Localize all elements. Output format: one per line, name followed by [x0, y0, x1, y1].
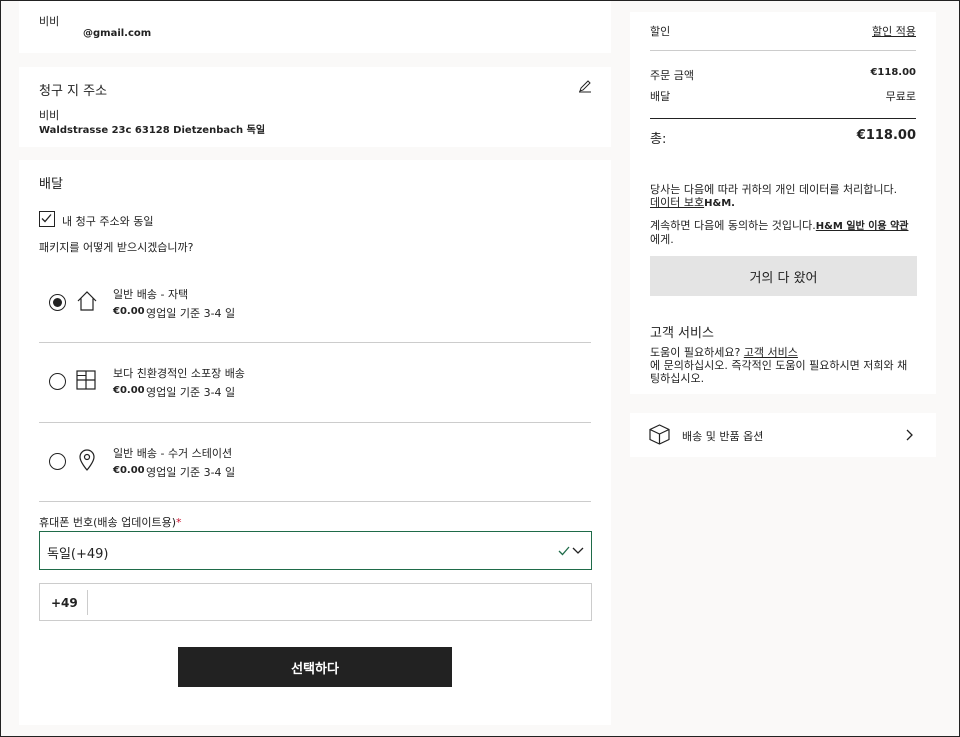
delivery-card: 배달 내 청구 주소와 동일 패키지를 어떻게 받으시겠습니까? 일반 배송 -…	[19, 160, 611, 725]
customer-service-title: 고객 서비스	[650, 326, 714, 341]
chevron-down-icon	[572, 547, 584, 554]
country-code-select[interactable]: 독일(+49)	[39, 531, 592, 570]
phone-number-field[interactable]: +49	[39, 583, 592, 621]
billing-address-card: 청구 지 주소 비비 Waldstrasse 23c 63128 Dietzen…	[19, 67, 611, 147]
delivery-question: 패키지를 어떻게 받으시겠습니까?	[39, 241, 194, 254]
total-value: €118.00	[856, 128, 916, 143]
contact-card: 비비 @gmail.com	[19, 1, 611, 53]
privacy-suffix: H&M.	[704, 198, 735, 209]
checkmark-icon	[41, 214, 52, 223]
shipping-value: 무료로	[885, 90, 916, 103]
delivery-option-pickup-station[interactable]: 일반 배송 - 수거 스테이션 €0.00 영업일 기준 3-4 일	[39, 423, 591, 501]
delivery-option-parcel-locker[interactable]: 보다 친환경적인 소포장 배송 €0.00 영업일 기준 3-4 일	[39, 343, 591, 421]
terms-suffix: 에게.	[650, 233, 674, 246]
delivery-option-radio[interactable]	[49, 373, 66, 390]
terms-line: 계속하면 다음에 동의하는 것입니다.H&M 일반 이용 약관	[650, 217, 908, 233]
delivery-option-eta: 영업일 기준 3-4 일	[146, 466, 236, 479]
privacy-link[interactable]: 데이터 보호	[650, 196, 704, 209]
delivery-option-eta: 영업일 기준 3-4 일	[146, 386, 236, 399]
privacy-line: 데이터 보호H&M.	[650, 194, 735, 210]
same-as-billing-label: 내 청구 주소와 동일	[62, 215, 154, 228]
home-icon	[77, 291, 97, 311]
parcel-locker-icon	[76, 370, 96, 390]
delivery-option-price: €0.00	[113, 306, 145, 317]
discount-label: 할인	[650, 25, 671, 38]
select-delivery-button[interactable]: 선택하다	[178, 647, 452, 687]
delivery-option-price: €0.00	[113, 385, 145, 396]
required-mark: *	[176, 516, 182, 529]
same-as-billing-checkbox[interactable]	[39, 211, 55, 227]
terms-link[interactable]: H&M 일반 이용 약관	[816, 221, 909, 232]
shipping-label: 배달	[650, 90, 671, 103]
location-pin-icon	[79, 449, 95, 471]
total-divider	[650, 118, 916, 119]
delivery-option-radio[interactable]	[49, 453, 66, 470]
summary-divider	[650, 50, 916, 51]
billing-title: 청구 지 주소	[39, 84, 108, 99]
cs-line-3: 팅하십시오.	[650, 372, 705, 385]
phone-label-text: 휴대폰 번호(배송 업데이트용)	[39, 516, 177, 529]
chevron-right-icon	[906, 429, 913, 441]
package-box-icon	[649, 424, 670, 445]
phone-prefix: +49	[51, 596, 78, 610]
delivery-option-title: 보다 친환경적인 소포장 배송	[113, 367, 245, 380]
continue-button[interactable]: 거의 다 왔어	[650, 256, 917, 296]
apply-discount-link[interactable]: 할인 적용	[872, 23, 916, 39]
order-summary-card: 할인 할인 적용 주문 금액 €118.00 배달 무료로 총: €118.00…	[630, 12, 936, 394]
option-divider	[39, 501, 591, 502]
order-amount-value: €118.00	[870, 67, 916, 78]
delivery-option-title: 일반 배송 - 수거 스테이션	[113, 447, 233, 460]
order-amount-label: 주문 금액	[650, 69, 694, 82]
phone-label: 휴대폰 번호(배송 업데이트용)*	[39, 514, 182, 530]
delivery-option-radio[interactable]	[49, 294, 66, 311]
valid-check-icon	[558, 546, 570, 556]
shipping-returns-label: 배송 및 반품 옵션	[682, 430, 764, 443]
contact-name: 비비	[39, 15, 60, 28]
delivery-option-title: 일반 배송 - 자택	[113, 288, 189, 301]
prefix-divider	[87, 590, 88, 615]
country-selected-value: 독일(+49)	[47, 547, 109, 562]
terms-text: 계속하면 다음에 동의하는 것입니다.	[650, 219, 816, 232]
delivery-option-home[interactable]: 일반 배송 - 자택 €0.00 영업일 기준 3-4 일	[39, 264, 591, 342]
delivery-option-price: €0.00	[113, 465, 145, 476]
edit-pencil-icon[interactable]	[578, 79, 592, 93]
delivery-option-eta: 영업일 기준 3-4 일	[146, 307, 236, 320]
billing-address: Waldstrasse 23c 63128 Dietzenbach 독일	[39, 125, 266, 136]
shipping-returns-row[interactable]: 배송 및 반품 옵션	[630, 413, 936, 457]
total-label: 총:	[650, 132, 667, 147]
contact-email: @gmail.com	[83, 28, 152, 39]
delivery-title: 배달	[39, 177, 63, 192]
